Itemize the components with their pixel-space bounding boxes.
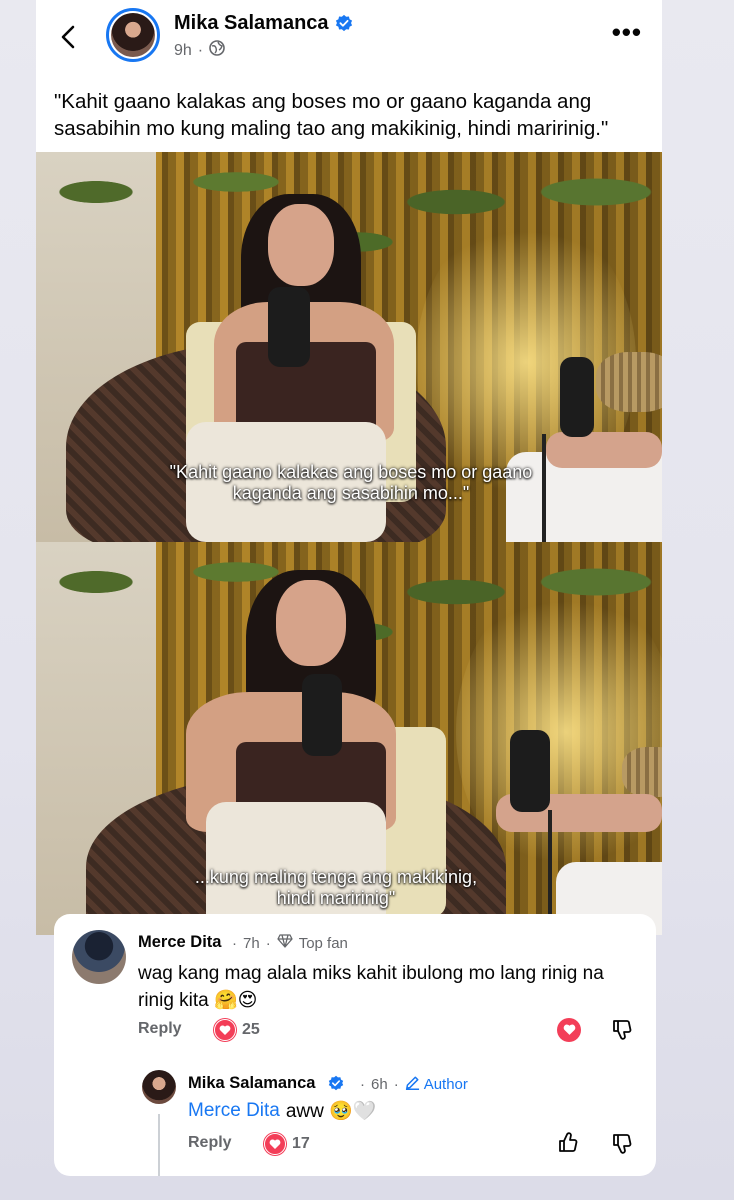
commenter-name[interactable]: Merce Dita	[138, 933, 221, 952]
author-tag-label: Author	[423, 1076, 468, 1093]
reply-meta: · 6h · Author	[328, 1075, 468, 1094]
reply-time: 6h	[371, 1076, 388, 1093]
thumbs-up-icon[interactable]	[557, 1130, 581, 1154]
post-time[interactable]: 9h	[174, 42, 192, 60]
verified-badge-icon	[335, 14, 353, 38]
post-photo-2[interactable]: ...kung maling tenga ang makikinig, hind…	[36, 542, 662, 935]
reply-dot: ·	[360, 1076, 365, 1093]
reply-thread-line	[158, 1114, 160, 1176]
reply-author-name[interactable]: Mika Salamanca	[188, 1074, 316, 1093]
author-avatar[interactable]	[106, 8, 160, 62]
photo-subtitle-1: "Kahit gaano kalakas ang boses mo or gaa…	[169, 462, 533, 503]
reply-author-avatar[interactable]	[142, 1070, 176, 1104]
author-name-text[interactable]: Mika Salamanca	[174, 12, 329, 34]
reply-reactions[interactable]: 17	[264, 1133, 310, 1155]
more-options-icon[interactable]: •••	[612, 19, 642, 45]
heart-reaction-icon	[214, 1019, 236, 1041]
verified-badge-small-icon	[328, 1075, 344, 1095]
diamond-icon	[277, 934, 293, 952]
comment-time: 7h	[243, 934, 260, 952]
love-reacted-icon[interactable]	[557, 1018, 581, 1042]
reply-dot-2: ·	[393, 1076, 399, 1093]
reply-reply-button[interactable]: Reply	[188, 1134, 232, 1152]
reply-text: Merce Dita aww 🥹🤍	[188, 1099, 376, 1123]
heart-reaction-icon-reply	[264, 1133, 286, 1155]
comment-dot-2: ·	[265, 934, 271, 952]
comment-reply-button[interactable]: Reply	[138, 1020, 182, 1038]
thumbs-down-icon[interactable]	[611, 1018, 635, 1042]
reply-reaction-count: 17	[292, 1135, 310, 1152]
post-caption: "Kahit gaano kalakas ang boses mo or gaa…	[54, 90, 609, 140]
photo-subtitle-2: ...kung maling tenga ang makikinig, hind…	[194, 867, 478, 908]
comments-section: Merce Dita · 7h · Top fan wag kang mag a…	[54, 914, 656, 1176]
thumbs-down-icon-reply[interactable]	[611, 1132, 635, 1156]
comment-reactions[interactable]: 25	[214, 1019, 260, 1041]
comment-reaction-count: 25	[242, 1021, 260, 1038]
post-photo-1[interactable]: "Kahit gaano kalakas ang boses mo or gaa…	[36, 152, 662, 542]
globe-icon	[209, 40, 225, 61]
pencil-icon	[405, 1075, 420, 1094]
post-meta: 9h ·	[174, 40, 225, 61]
comment-text: wag kang mag alala miks kahit ibulong mo…	[138, 963, 604, 1011]
back-icon[interactable]	[54, 22, 84, 52]
commenter-avatar[interactable]	[72, 930, 126, 984]
reply-message: aww 🥹🤍	[285, 1101, 377, 1122]
author-tag: Author	[405, 1075, 468, 1094]
reply-mention-link[interactable]: Merce Dita	[188, 1100, 280, 1122]
meta-dot: ·	[197, 41, 204, 59]
comment-meta: · 7h · Top fan	[232, 934, 348, 952]
post-card: Mika Salamanca 9h · ••• "Kahit gaano kal…	[36, 0, 662, 935]
top-fan-badge: Top fan	[298, 934, 348, 952]
author-name[interactable]: Mika Salamanca	[174, 12, 353, 38]
comment-dot: ·	[232, 934, 237, 952]
